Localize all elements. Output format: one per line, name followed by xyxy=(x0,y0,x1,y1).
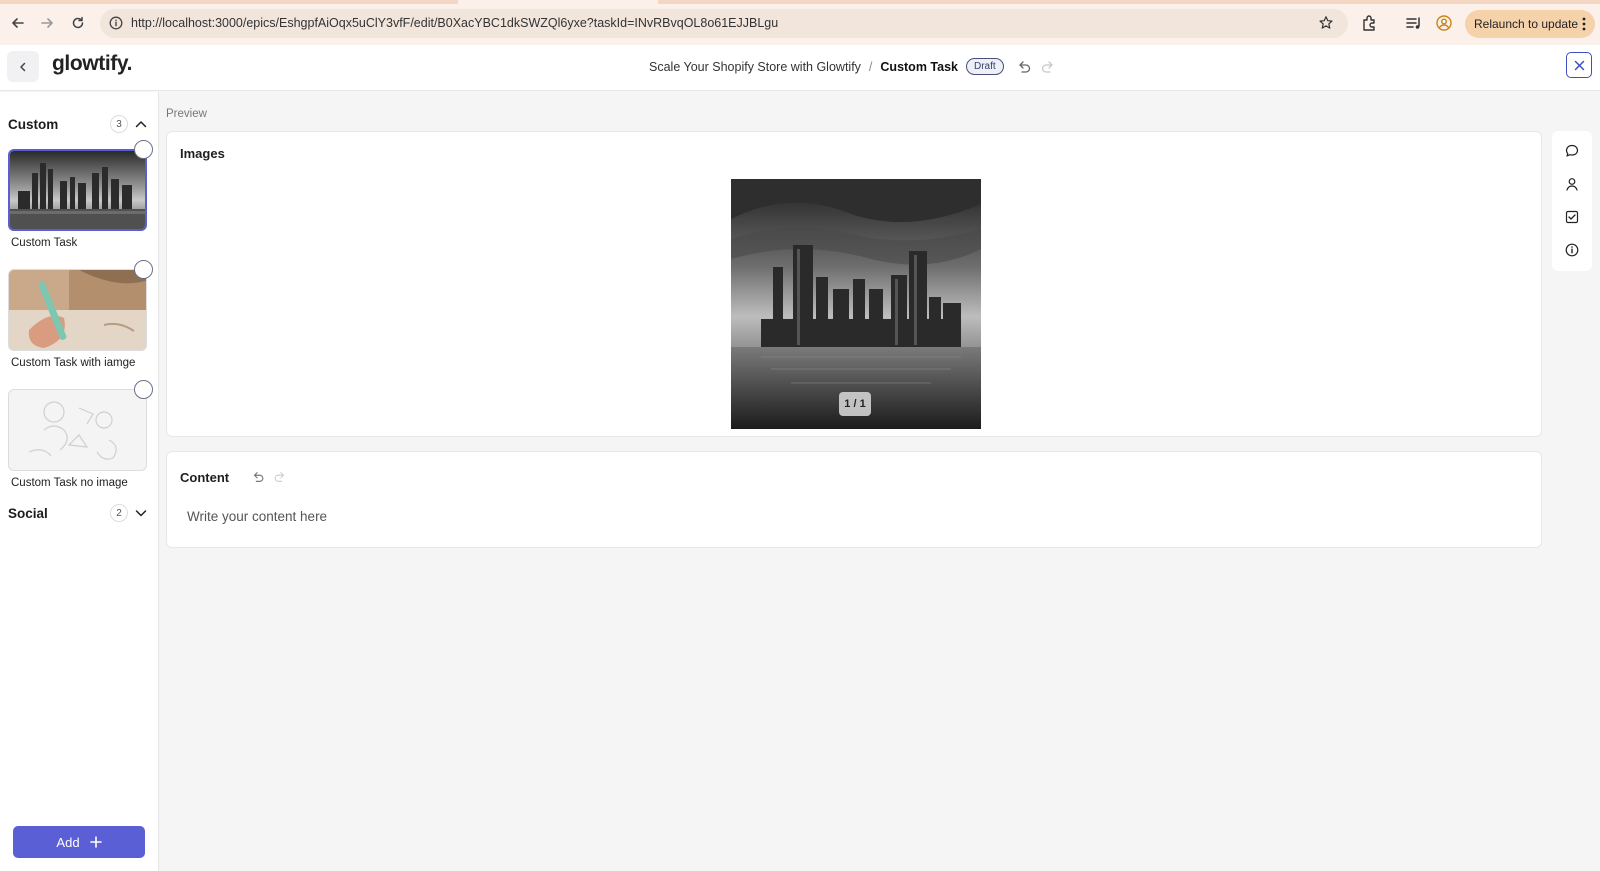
site-info-icon[interactable] xyxy=(109,16,123,30)
chevron-up-icon[interactable] xyxy=(133,116,149,132)
right-tool-rail xyxy=(1552,131,1592,271)
breadcrumb-parent-link[interactable]: Scale Your Shopify Store with Glowtify xyxy=(649,60,861,74)
select-radio[interactable] xyxy=(134,380,153,399)
relaunch-label: Relaunch to update xyxy=(1474,17,1579,31)
user-icon[interactable] xyxy=(1564,176,1580,192)
browser-toolbar: http://localhost:3000/epics/EshgpfAiOqx5… xyxy=(0,0,1600,45)
url-text[interactable]: http://localhost:3000/epics/EshgpfAiOqx5… xyxy=(131,16,778,30)
group-header-social[interactable]: Social 2 xyxy=(8,501,148,525)
select-radio[interactable] xyxy=(134,140,153,159)
info-icon[interactable] xyxy=(1564,242,1580,258)
tab-strip xyxy=(0,0,1600,4)
breadcrumb-current: Custom Task xyxy=(880,59,958,74)
app-header: glowtify. Scale Your Shopify Store with … xyxy=(0,45,1600,91)
chevron-left-icon xyxy=(20,62,26,71)
more-vert-icon[interactable] xyxy=(1582,17,1586,31)
extensions-icon[interactable] xyxy=(1360,13,1380,33)
close-button[interactable] xyxy=(1566,52,1592,78)
task-thumbnail[interactable] xyxy=(8,389,147,471)
task-label: Custom Task with iamge xyxy=(11,357,136,369)
back-button[interactable] xyxy=(7,51,39,82)
preview-label: Preview xyxy=(166,108,207,120)
content-card: Content Write your content here xyxy=(166,451,1542,548)
images-title: Images xyxy=(180,146,225,161)
breadcrumb: Scale Your Shopify Store with Glowtify /… xyxy=(649,58,1056,75)
breadcrumb-separator: / xyxy=(868,59,873,74)
media-controls-icon[interactable] xyxy=(1404,13,1424,33)
image-pager: 1 / 1 xyxy=(839,392,871,416)
group-header-custom[interactable]: Custom 3 xyxy=(8,112,148,136)
task-label: Custom Task xyxy=(11,237,78,249)
task-card-custom-task-no-image[interactable]: Custom Task no image xyxy=(8,380,153,489)
task-card-custom-task-with-image[interactable]: Custom Task with iamge xyxy=(8,260,153,369)
close-icon xyxy=(1574,60,1584,70)
task-thumbnail[interactable] xyxy=(8,269,147,351)
undo-icon[interactable] xyxy=(251,470,265,484)
group-title: Social xyxy=(8,505,48,521)
checkbox-icon[interactable] xyxy=(1564,209,1580,225)
comment-icon[interactable] xyxy=(1564,143,1580,159)
redo-icon[interactable] xyxy=(273,470,287,484)
bookmark-star-icon[interactable] xyxy=(1318,15,1334,31)
task-thumbnail[interactable] xyxy=(8,149,147,231)
content-editor[interactable]: Write your content here xyxy=(187,509,327,524)
add-label: Add xyxy=(56,834,80,850)
preview-image[interactable]: 1 / 1 xyxy=(731,179,981,429)
address-bar[interactable]: http://localhost:3000/epics/EshgpfAiOqx5… xyxy=(100,9,1348,38)
browser-reload-icon[interactable] xyxy=(67,12,89,34)
app-logo[interactable]: glowtify. xyxy=(52,52,132,76)
chevron-down-icon[interactable] xyxy=(133,505,149,521)
profile-icon[interactable] xyxy=(1434,13,1454,33)
undo-icon[interactable] xyxy=(1016,59,1032,75)
add-button[interactable]: Add xyxy=(13,826,145,858)
task-sidebar: Custom 3 Custom Task Custom Task with ia… xyxy=(0,92,159,871)
plus-icon xyxy=(89,836,102,848)
browser-forward-icon[interactable] xyxy=(36,12,58,34)
group-count: 2 xyxy=(110,504,128,522)
status-badge: Draft xyxy=(965,58,1004,75)
task-card-custom-task[interactable]: Custom Task xyxy=(8,140,153,249)
placeholder-illustration-icon xyxy=(28,401,117,460)
browser-back-icon[interactable] xyxy=(7,12,29,34)
hand-writing-thumbnail xyxy=(9,270,146,350)
redo-icon[interactable] xyxy=(1040,59,1056,75)
group-title: Custom xyxy=(8,116,59,132)
task-label: Custom Task no image xyxy=(11,477,128,489)
content-title: Content xyxy=(180,470,230,485)
relaunch-button[interactable]: Relaunch to update xyxy=(1465,10,1595,38)
group-count: 3 xyxy=(110,115,128,133)
images-card: Images 1 / 1 xyxy=(166,131,1542,437)
select-radio[interactable] xyxy=(134,260,153,279)
city-skyline-thumbnail xyxy=(10,151,145,229)
